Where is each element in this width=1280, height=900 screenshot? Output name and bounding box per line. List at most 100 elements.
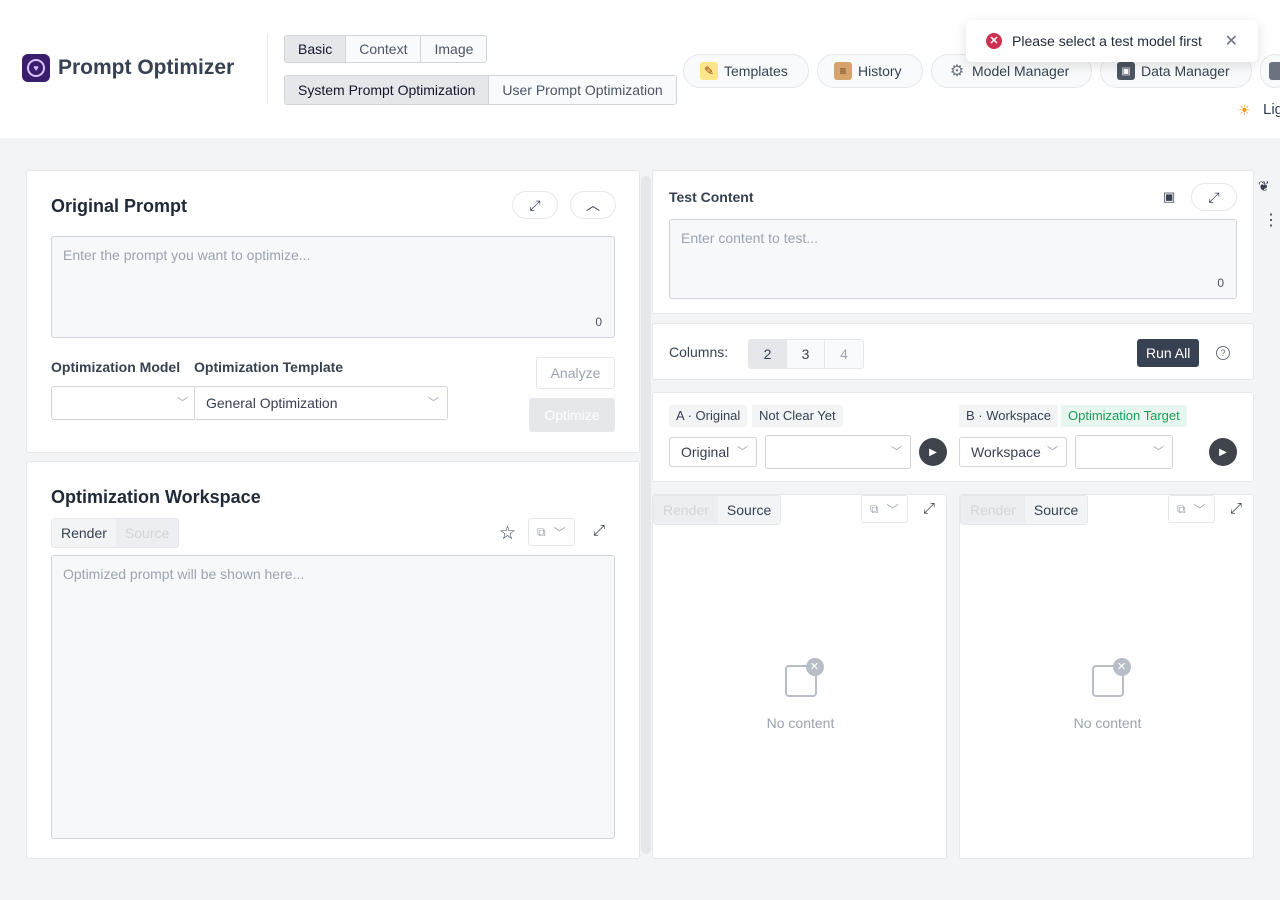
chevron-down-icon: ﹀ <box>886 502 899 517</box>
tab-basic[interactable]: Basic <box>285 36 347 62</box>
tab-image[interactable]: Image <box>421 36 486 62</box>
optimization-type-switch: System Prompt Optimization User Prompt O… <box>284 75 677 105</box>
optimization-model-select[interactable]: ﹀ <box>51 386 197 420</box>
heart-icon: ♥ <box>27 59 45 77</box>
history-label: History <box>858 63 902 79</box>
copy-icon: ⧉ <box>870 501 879 516</box>
original-prompt-panel: Original Prompt ⤢ ︿ Enter the prompt you… <box>26 170 640 453</box>
columns-option-3[interactable]: 3 <box>787 340 825 368</box>
data-manager-label: Data Manager <box>1141 63 1230 79</box>
char-count: 0 <box>1217 276 1224 290</box>
analyze-button[interactable]: Analyze <box>536 357 615 389</box>
copy-icon: ⧉ <box>537 524 546 539</box>
history-button[interactable]: ≡ History <box>817 54 923 88</box>
memo-icon: ✎ <box>700 62 718 80</box>
scroll-icon: ≡ <box>834 62 852 80</box>
columns-option-2[interactable]: 2 <box>749 340 787 368</box>
more-vertical-icon[interactable]: ⋮ <box>1263 210 1279 230</box>
result-panel-a: Render Source ⧉ ﹀ ⤢ ✕ No content <box>652 494 947 859</box>
variant-a-source: Original <box>681 444 730 460</box>
optimization-template-select[interactable]: General Optimization ﹀ <box>194 386 448 420</box>
empty-text: No content <box>766 715 835 731</box>
template-value: General Optimization <box>206 395 338 411</box>
image-icon[interactable]: ▣ <box>1163 189 1175 205</box>
empty-inbox-icon: ✕ <box>784 658 824 697</box>
help-icon[interactable]: ? <box>1216 346 1230 360</box>
variant-a-model-select[interactable]: ﹀ <box>765 435 911 469</box>
header-divider <box>267 34 268 104</box>
variant-a-source-select[interactable]: Original ﹀ <box>669 437 757 467</box>
more-nav-button[interactable] <box>1260 54 1280 88</box>
chevron-down-icon: ﹀ <box>1193 502 1206 517</box>
copy-dropdown[interactable]: ⧉ ﹀ <box>1168 495 1215 523</box>
source-tab[interactable]: Source <box>1024 496 1088 524</box>
result-a-view-tabs: Render Source <box>653 495 782 525</box>
variants-bar: A · Original Not Clear Yet Original ﹀ ﹀ … <box>652 392 1254 482</box>
empty-text: No content <box>1073 715 1142 731</box>
source-tab[interactable]: Source <box>717 496 781 524</box>
workspace-view-tabs: Render Source <box>51 518 180 548</box>
test-content-panel: Test Content ▣ ⤢ Enter content to test..… <box>652 170 1254 314</box>
result-b-view-tabs: Render Source <box>960 495 1089 525</box>
variant-b-source: Workspace <box>971 444 1041 460</box>
optimize-button[interactable]: Optimize <box>529 398 615 432</box>
chevron-down-icon: ﹀ <box>177 397 188 409</box>
star-icon[interactable]: ☆ <box>499 522 516 545</box>
sun-icon: ☀ <box>1238 102 1251 118</box>
optimization-model-label: Optimization Model <box>51 359 181 375</box>
split-scrollbar[interactable] <box>641 176 651 854</box>
run-variant-b-button[interactable]: ▶ <box>1209 438 1237 466</box>
test-content-title: Test Content <box>669 189 754 205</box>
empty-state: ✕ No content <box>1060 658 1155 731</box>
variant-b-model-select[interactable]: ﹀ <box>1075 435 1173 469</box>
expand-icon[interactable]: ⤢ <box>593 522 605 539</box>
logo: ♥ <box>22 54 50 82</box>
variant-b-status: Optimization Target <box>1061 405 1187 427</box>
expand-icon: ⤢ <box>1208 188 1220 205</box>
error-toast: ✕ Please select a test model first ✕ <box>966 20 1258 62</box>
fullscreen-button[interactable]: ⤢ <box>512 191 558 219</box>
render-tab[interactable]: Render <box>961 496 1025 524</box>
run-variant-a-button[interactable]: ▶ <box>919 438 947 466</box>
tab-context[interactable]: Context <box>346 36 422 62</box>
run-all-button[interactable]: Run All <box>1137 339 1200 367</box>
source-tab[interactable]: Source <box>115 519 179 547</box>
render-tab[interactable]: Render <box>52 519 116 547</box>
expand-icon: ⤢ <box>529 196 541 213</box>
variant-a-status: Not Clear Yet <box>752 405 843 427</box>
app-brand[interactable]: ♥ Prompt Optimizer <box>22 54 234 82</box>
variant-b-source-select[interactable]: Workspace ﹀ <box>959 437 1067 467</box>
columns-switch: 2 3 4 <box>748 339 864 369</box>
error-icon: ✕ <box>986 33 1002 49</box>
close-icon[interactable]: ✕ <box>1225 31 1238 51</box>
columns-option-4[interactable]: 4 <box>825 340 863 368</box>
tab-system-prompt[interactable]: System Prompt Optimization <box>285 76 490 104</box>
chevron-up-icon: ︿ <box>586 197 600 213</box>
chevron-down-icon: ﹀ <box>1047 438 1058 466</box>
expand-icon[interactable]: ⤢ <box>923 500 935 517</box>
collapse-button[interactable]: ︿ <box>570 191 616 219</box>
optimized-prompt-output[interactable]: Optimized prompt will be shown here... <box>51 555 615 839</box>
original-prompt-input[interactable]: Enter the prompt you want to optimize...… <box>51 236 615 338</box>
optimization-workspace-panel: Optimization Workspace Render Source ☆ ⧉… <box>26 461 640 859</box>
test-content-input[interactable]: Enter content to test... 0 <box>669 219 1237 299</box>
floppy-icon: ▣ <box>1117 62 1135 80</box>
char-count: 0 <box>595 315 602 329</box>
chevron-down-icon: ﹀ <box>553 525 566 540</box>
expand-icon[interactable]: ⤢ <box>1230 500 1242 517</box>
mode-switch: Basic Context Image <box>284 35 488 63</box>
templates-button[interactable]: ✎ Templates <box>683 54 809 88</box>
test-content-placeholder: Enter content to test... <box>681 230 818 246</box>
original-prompt-placeholder: Enter the prompt you want to optimize... <box>63 247 311 263</box>
copy-dropdown[interactable]: ⧉ ﹀ <box>861 495 908 523</box>
toast-message: Please select a test model first <box>1012 33 1202 49</box>
lotus-icon[interactable]: ❦ <box>1258 178 1270 195</box>
theme-toggle[interactable]: Lig <box>1263 101 1280 118</box>
tab-user-prompt[interactable]: User Prompt Optimization <box>489 76 675 104</box>
fullscreen-button[interactable]: ⤢ <box>1191 183 1237 211</box>
render-tab[interactable]: Render <box>654 496 718 524</box>
empty-state: ✕ No content <box>753 658 848 731</box>
copy-dropdown[interactable]: ⧉ ﹀ <box>528 518 575 546</box>
optimized-placeholder: Optimized prompt will be shown here... <box>63 566 305 582</box>
play-icon: ▶ <box>1219 446 1227 458</box>
